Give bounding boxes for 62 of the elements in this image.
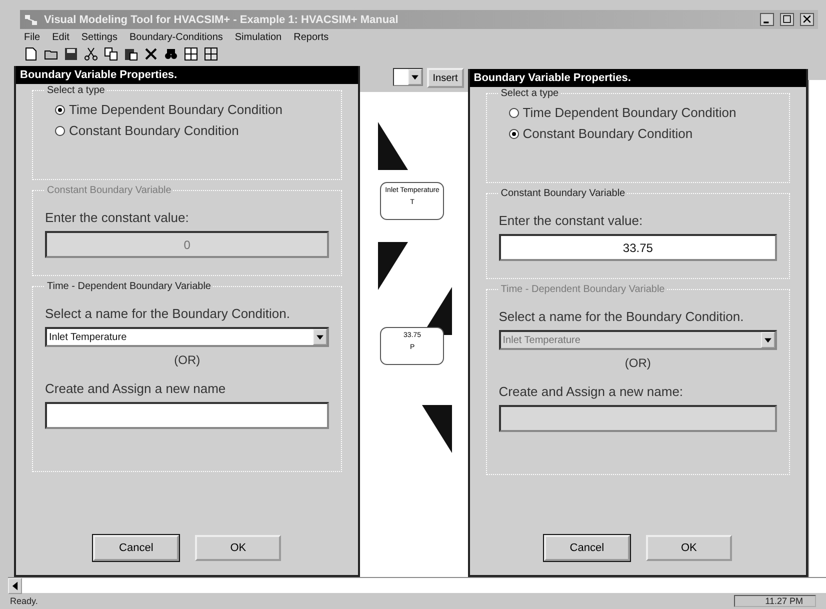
menu-item[interactable]: File — [24, 32, 40, 43]
cancel-button[interactable]: Cancel — [544, 535, 630, 561]
radio-button[interactable] — [55, 126, 65, 136]
copy-icon[interactable] — [104, 47, 118, 61]
radio-button[interactable] — [55, 104, 65, 114]
cut-icon[interactable] — [84, 47, 98, 61]
radio-label: Constant Boundary Condition — [522, 126, 693, 141]
field-label: Enter the constant value: — [45, 210, 190, 225]
radio-label: Constant Boundary Condition — [69, 123, 239, 138]
window-title: Visual Modeling Tool for HVACSIM+ - Example 1: HVACSIM+ Manual — [44, 14, 400, 26]
group-label: Time - Dependent Boundary Variable — [45, 281, 213, 292]
field-label: Create and Assign a new name — [45, 381, 227, 396]
input-field[interactable]: 33.75 — [498, 234, 778, 261]
close-icon[interactable] — [800, 13, 814, 26]
field-label: Select a name for the Boundary Condition. — [498, 309, 745, 324]
grid-icon[interactable] — [204, 47, 218, 61]
radio-label: Time Dependent Boundary Condition — [522, 105, 736, 120]
grid-icon[interactable] — [184, 47, 198, 61]
group-label: Select a type — [45, 85, 107, 96]
new-file-icon[interactable] — [24, 47, 38, 61]
group-label: Select a type — [498, 88, 561, 99]
triangle-shape — [422, 405, 452, 453]
field-label: Select a name for the Boundary Condition. — [45, 306, 291, 321]
menu-item[interactable]: Settings — [81, 32, 118, 43]
radio-button[interactable] — [508, 108, 519, 118]
status-time: 11.27 PM — [734, 595, 816, 607]
horizontal-scrollbar[interactable] — [8, 577, 826, 593]
or-label: (OR) — [624, 356, 651, 370]
radio-label: Time Dependent Boundary Condition — [69, 102, 282, 117]
component-dropdown[interactable] — [392, 68, 423, 86]
ok-button[interactable]: OK — [195, 535, 282, 561]
app-icon — [24, 12, 38, 26]
insert-button[interactable]: Insert — [426, 68, 464, 88]
group-label: Time - Dependent Boundary Variable — [498, 284, 667, 295]
scroll-left-icon[interactable] — [8, 578, 22, 594]
status-text: Ready. — [10, 596, 38, 606]
menu-item[interactable]: Simulation — [234, 32, 282, 43]
ok-button[interactable]: OK — [646, 535, 732, 561]
maximize-icon[interactable] — [780, 13, 794, 26]
dialog-title: Boundary Variable Properties. — [470, 69, 806, 87]
group-label: Constant Boundary Variable — [498, 188, 628, 199]
triangle-shape — [378, 242, 408, 290]
dialog-title: Boundary Variable Properties. — [16, 66, 358, 84]
minimize-icon[interactable] — [760, 13, 774, 26]
name-dropdown[interactable]: Inlet Temperature — [45, 327, 330, 347]
paste-icon[interactable] — [124, 47, 138, 61]
binoculars-icon[interactable] — [164, 47, 178, 61]
save-icon[interactable] — [64, 47, 78, 61]
menu-item[interactable]: Reports — [294, 32, 329, 43]
cancel-button[interactable]: Cancel — [93, 535, 180, 561]
field-label: Enter the constant value: — [498, 213, 644, 228]
or-label: (OR) — [174, 353, 200, 367]
vertical-scrollbar[interactable] — [808, 80, 826, 577]
input-field[interactable] — [498, 405, 778, 432]
menu-item[interactable]: Edit — [52, 32, 70, 43]
field-label: Create and Assign a new name: — [498, 384, 684, 399]
group-label: Constant Boundary Variable — [45, 185, 174, 196]
triangle-shape — [378, 122, 408, 170]
delete-icon[interactable] — [144, 47, 158, 61]
radio-button[interactable] — [508, 128, 519, 138]
menu-item[interactable]: Boundary-Conditions — [130, 32, 223, 43]
input-field[interactable] — [45, 402, 330, 429]
